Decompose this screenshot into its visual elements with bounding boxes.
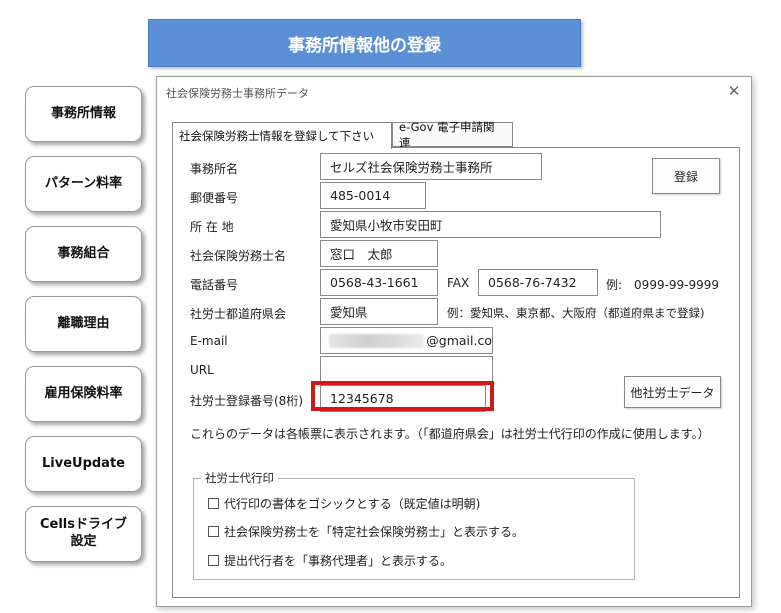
fax-field[interactable]: 0568-76-7432 xyxy=(478,269,598,296)
liveupdate-button[interactable]: LiveUpdate xyxy=(25,436,142,492)
tab-sharoushi-info-label: 社会保険労務士情報を登録して下さい xyxy=(179,129,375,143)
phone-field[interactable]: 0568-43-1661 xyxy=(320,269,438,296)
pattern-rate-button-label: パターン料率 xyxy=(44,175,123,191)
registration-number-label: 社労士登録番号(8桁) xyxy=(190,394,303,408)
gothic-font-option[interactable]: 代行印の書体をゴシックとする（既定値は明朝) xyxy=(208,495,480,512)
url-field[interactable] xyxy=(320,356,493,383)
other-sharoushi-data-button[interactable]: 他社労士データ xyxy=(624,376,721,408)
cells-drive-settings-button[interactable]: Cellsドライブ 設定 xyxy=(25,506,142,562)
specified-sharoushi-option[interactable]: 社会保険労務士を「特定社会保険労務士」と表示する。 xyxy=(208,523,524,540)
phone-format-hint: 例: 0999-99-9999 xyxy=(606,278,720,292)
labor-association-button-label: 事務組合 xyxy=(57,245,110,261)
register-button[interactable]: 登録 xyxy=(652,158,720,194)
prefecture-association-field[interactable]: 愛知県 xyxy=(320,298,438,325)
office-agent-option[interactable]: 提出代行者を「事務代理者」と表示する。 xyxy=(208,552,452,569)
employment-insurance-rate-button[interactable]: 雇用保険料率 xyxy=(25,366,142,422)
office-agent-option-label: 提出代行者を「事務代理者」と表示する。 xyxy=(224,554,453,568)
registration-number-highlight xyxy=(311,381,494,411)
tab-sharoushi-info[interactable]: 社会保険労務士情報を登録して下さい xyxy=(172,122,392,149)
office-agent-checkbox[interactable] xyxy=(208,555,219,566)
cells-drive-settings-button-label-line2: 設定 xyxy=(70,534,97,549)
phone-label: 電話番号 xyxy=(190,278,239,292)
page-title-banner: 事務所情報他の登録 xyxy=(148,19,581,67)
email-domain-text: @gmail.co xyxy=(426,333,492,348)
specified-sharoushi-option-label: 社会保険労務士を「特定社会保険労務士」と表示する。 xyxy=(224,525,525,539)
liveupdate-button-label: LiveUpdate xyxy=(41,455,125,471)
close-icon[interactable]: ✕ xyxy=(725,82,743,100)
usage-note: これらのデータは各帳票に表示されます。（「都道府県会」は社労士代行印の作成に使用… xyxy=(190,427,710,441)
office-name-label: 事務所名 xyxy=(190,162,239,176)
prefecture-hint: 例：愛知県、東京都、大阪府（都道府県まで登録) xyxy=(447,306,705,320)
seal-options-title: 社労士代行印 xyxy=(201,470,278,486)
resignation-reason-button-label: 離職理由 xyxy=(57,315,110,331)
employment-insurance-rate-button-label: 雇用保険料率 xyxy=(44,385,123,401)
office-info-button[interactable]: 事務所情報 xyxy=(25,86,142,142)
cells-drive-settings-button-label-line1: Cellsドライブ xyxy=(39,517,127,533)
gothic-font-checkbox[interactable] xyxy=(208,498,219,509)
office-name-field[interactable]: セルズ社会保険労務士事務所 xyxy=(320,153,542,180)
gothic-font-option-label: 代行印の書体をゴシックとする（既定値は明朝) xyxy=(224,497,481,511)
fax-label: FAX xyxy=(447,276,470,290)
sharoushi-name-field[interactable]: 窓口 太郎 xyxy=(320,240,438,267)
address-label: 所 在 地 xyxy=(190,220,234,234)
email-label: E-mail xyxy=(190,334,228,348)
specified-sharoushi-checkbox[interactable] xyxy=(208,526,219,537)
url-label: URL xyxy=(190,363,214,377)
labor-association-button[interactable]: 事務組合 xyxy=(25,226,142,282)
tab-egov-label: e-Gov 電子申請関連 xyxy=(399,119,495,150)
pattern-rate-button[interactable]: パターン料率 xyxy=(25,156,142,212)
page-title: 事務所情報他の登録 xyxy=(288,35,441,56)
redacted-email-local-part xyxy=(329,333,425,348)
resignation-reason-button[interactable]: 離職理由 xyxy=(25,296,142,352)
sharoushi-name-label: 社会保険労務士名 xyxy=(190,249,287,263)
postal-code-label: 郵便番号 xyxy=(190,191,239,205)
dialog-title: 社会保険労務士事務所データ xyxy=(166,87,309,100)
address-field[interactable]: 愛知県小牧市安田町 xyxy=(320,211,661,238)
seal-options-group: 社労士代行印 代行印の書体をゴシックとする（既定値は明朝) 社会保険労務士を「特… xyxy=(193,470,635,580)
email-field[interactable]: @gmail.co xyxy=(320,327,493,354)
prefecture-association-label: 社労士都道府県会 xyxy=(190,307,287,321)
office-info-button-label: 事務所情報 xyxy=(50,105,116,121)
tab-egov[interactable]: e-Gov 電子申請関連 xyxy=(392,120,513,150)
postal-code-field[interactable]: 485-0014 xyxy=(320,182,426,209)
